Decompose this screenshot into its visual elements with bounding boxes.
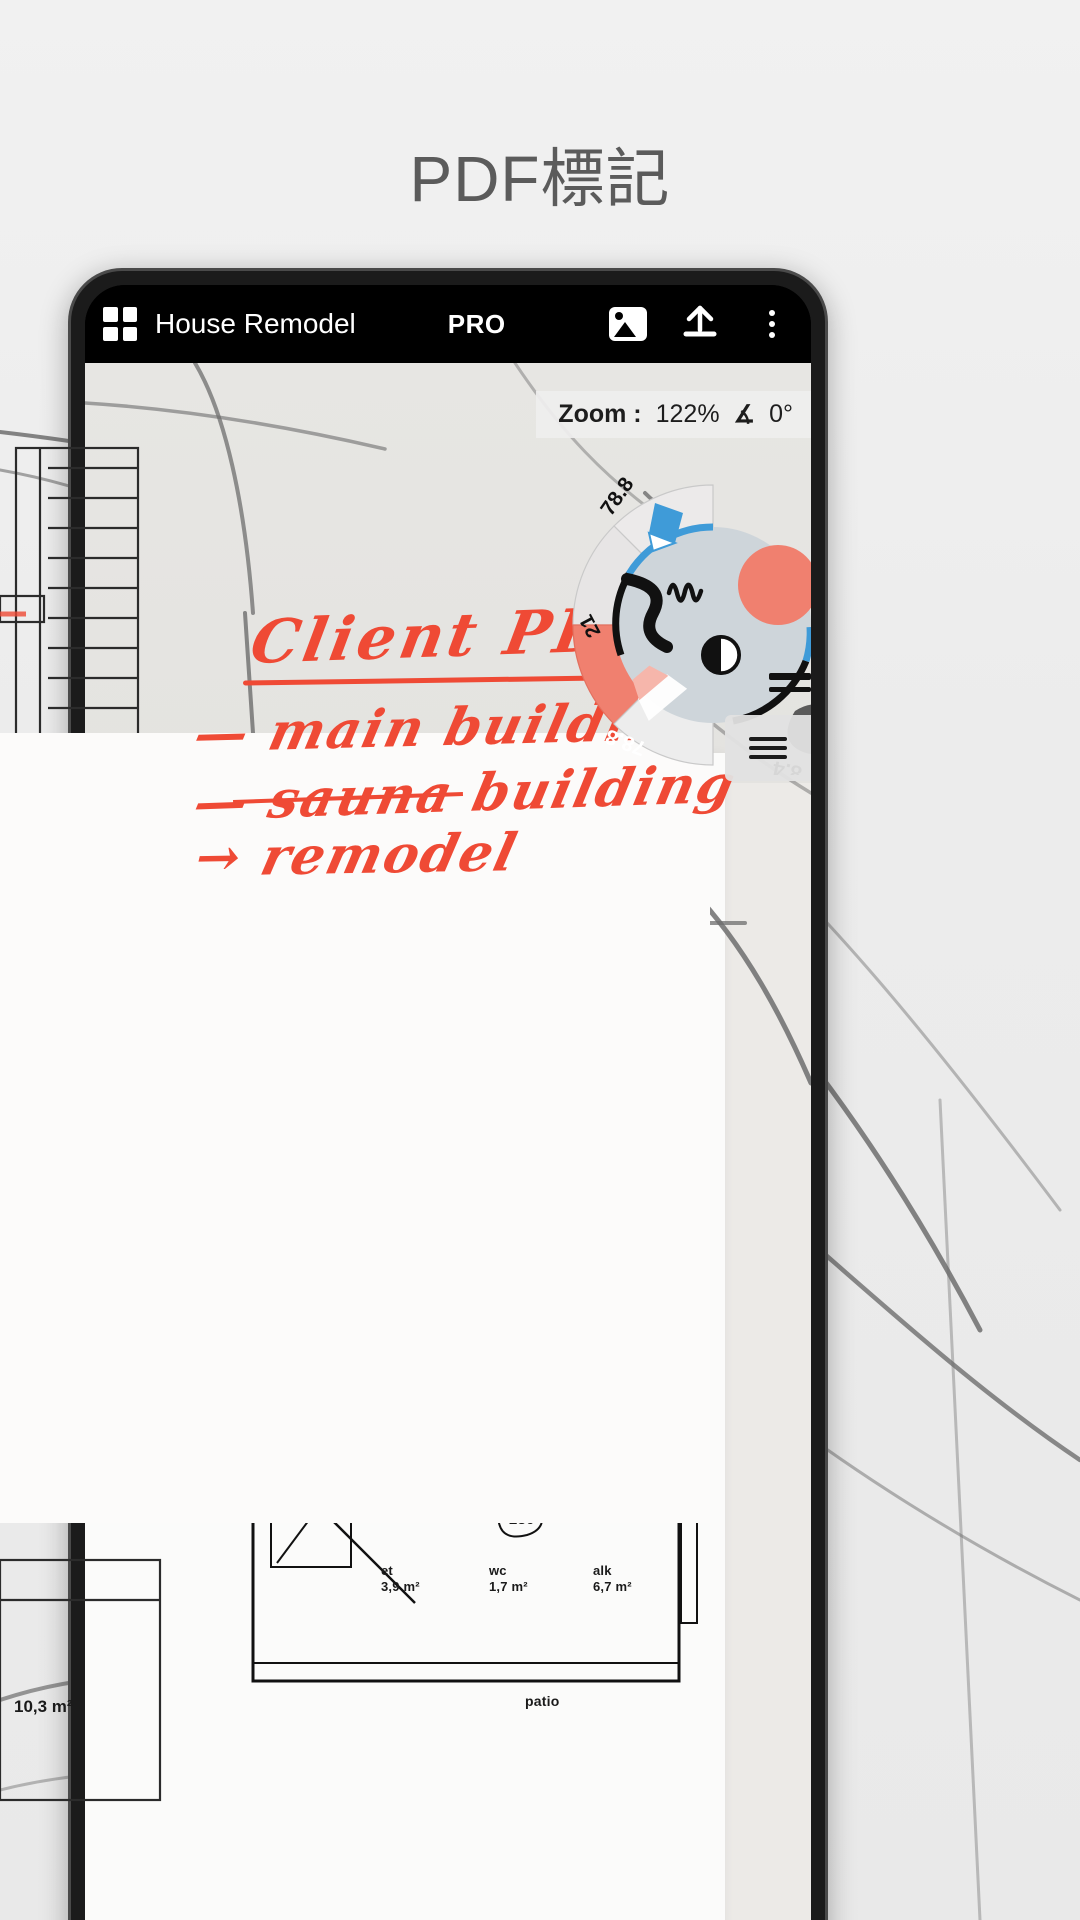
page-root: 10,3 m² PDF標記 House Remodel PRO et 3,9 m… [0,0,1080,1920]
app-toolbar: House Remodel PRO [85,285,811,363]
svg-text:10,3 m²: 10,3 m² [14,1697,73,1716]
zoom-value: 122% [655,400,720,428]
angle-icon: ∡ [733,401,756,428]
zoom-status-bar[interactable]: Zoom : 122% ∡ 0° [536,391,811,438]
pro-badge[interactable]: PRO [448,309,506,340]
grid-icon[interactable] [103,307,137,341]
document-title: House Remodel [155,308,356,339]
zoom-label: Zoom : [558,400,642,428]
image-icon[interactable] [607,303,649,345]
more-vertical-icon[interactable] [751,303,793,345]
background-plan-paper [0,733,710,1523]
angle-value: 0° [769,400,793,428]
layers-button[interactable] [725,715,811,781]
upload-icon[interactable] [679,303,721,345]
